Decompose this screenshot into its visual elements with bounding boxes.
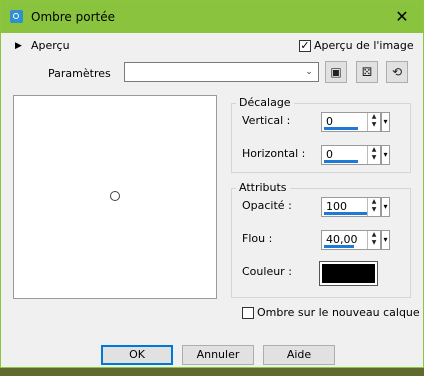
opacite-spin-arrows[interactable]: ▲ ▼	[367, 198, 380, 216]
reset-preset-button[interactable]: ⟲	[386, 61, 408, 83]
spin-down-icon[interactable]: ▼	[368, 206, 380, 214]
attributs-legend: Attributs	[236, 181, 290, 195]
drop-shadow-dialog: Ombre portée ✕ ▶ Aperçu ✓ Aperçu de l'im…	[0, 0, 424, 368]
vertical-spin-arrows[interactable]: ▲ ▼	[367, 113, 380, 131]
spin-down-icon[interactable]: ▼	[368, 154, 380, 162]
horizontal-label: Horizontal :	[242, 147, 306, 160]
expand-preview-icon[interactable]: ▶	[15, 39, 22, 53]
flou-spin-arrows[interactable]: ▲ ▼	[367, 231, 380, 249]
image-preview-checkbox[interactable]: ✓	[299, 40, 311, 52]
opacite-label: Opacité :	[242, 199, 292, 212]
close-button[interactable]: ✕	[391, 6, 413, 28]
offset-handle-icon[interactable]	[110, 191, 120, 201]
save-preset-button[interactable]: ▣	[325, 61, 347, 83]
desktop-background	[0, 368, 424, 376]
chevron-down-icon[interactable]: ⌄	[302, 64, 316, 80]
spin-up-icon[interactable]: ▲	[368, 198, 380, 206]
title-bar[interactable]: Ombre portée ✕	[1, 1, 423, 33]
parametres-label: Paramètres	[48, 67, 111, 80]
vertical-input[interactable]: 0 ▲ ▼	[321, 112, 381, 132]
flou-slider-bar[interactable]	[324, 245, 354, 248]
random-preset-button[interactable]: ⚄	[356, 61, 378, 83]
spin-down-icon[interactable]: ▼	[368, 121, 380, 129]
opacite-slider-bar[interactable]	[324, 212, 368, 215]
flou-dropdown[interactable]: ▾	[381, 230, 390, 250]
new-layer-checkbox[interactable]	[242, 307, 254, 319]
ok-button[interactable]: OK	[101, 345, 173, 365]
spin-down-icon[interactable]: ▼	[368, 239, 380, 247]
dice-icon: ⚄	[361, 65, 373, 79]
opacite-input[interactable]: 100 ▲ ▼	[321, 197, 381, 217]
image-preview-label[interactable]: Aperçu de l'image	[314, 39, 414, 53]
dialog-title: Ombre portée	[31, 10, 115, 24]
shadow-color-swatch[interactable]	[319, 261, 378, 286]
horizontal-slider-bar[interactable]	[324, 160, 358, 163]
save-icon: ▣	[330, 65, 342, 79]
reset-icon: ⟲	[391, 65, 403, 79]
horizontal-input[interactable]: 0 ▲ ▼	[321, 145, 381, 165]
app-icon	[10, 10, 23, 23]
new-layer-label[interactable]: Ombre sur le nouveau calque	[257, 306, 420, 320]
preview-canvas[interactable]	[13, 95, 217, 299]
spin-up-icon[interactable]: ▲	[368, 146, 380, 154]
flou-input[interactable]: 40,00 ▲ ▼	[321, 230, 381, 250]
horizontal-dropdown[interactable]: ▾	[381, 145, 390, 165]
opacite-dropdown[interactable]: ▾	[381, 197, 390, 217]
couleur-label: Couleur :	[242, 265, 292, 278]
presets-dropdown[interactable]: ⌄	[124, 62, 319, 82]
vertical-dropdown[interactable]: ▾	[381, 112, 390, 132]
preview-expander-label[interactable]: Aperçu	[31, 39, 70, 53]
help-button[interactable]: Aide	[263, 345, 335, 365]
flou-label: Flou :	[242, 232, 273, 245]
vertical-slider-bar[interactable]	[324, 127, 358, 130]
cancel-button[interactable]: Annuler	[182, 345, 254, 365]
vertical-label: Vertical :	[242, 114, 291, 127]
decalage-legend: Décalage	[236, 96, 294, 110]
spin-up-icon[interactable]: ▲	[368, 113, 380, 121]
spin-up-icon[interactable]: ▲	[368, 231, 380, 239]
horizontal-spin-arrows[interactable]: ▲ ▼	[367, 146, 380, 164]
